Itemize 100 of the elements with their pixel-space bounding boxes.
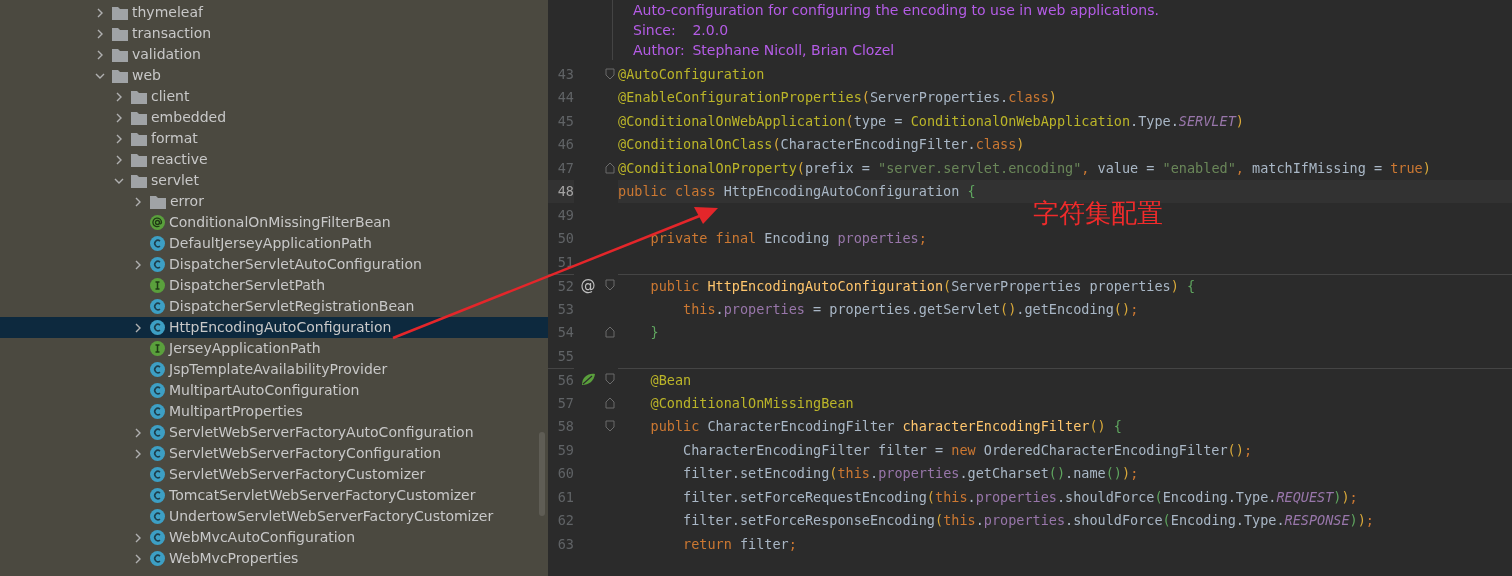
tree-item[interactable]: WebMvcProperties <box>0 548 548 569</box>
chevron-right-icon[interactable] <box>133 322 143 333</box>
tree-item[interactable]: UndertowServletWebServerFactoryCustomizer <box>0 506 548 527</box>
tree-item[interactable]: web <box>0 65 548 86</box>
class-icon <box>150 320 165 335</box>
tree-item[interactable]: MultipartAutoConfiguration <box>0 380 548 401</box>
line-number: 58 <box>556 417 574 437</box>
tree-item[interactable]: reactive <box>0 149 548 170</box>
code-line: filter.setEncoding(this.properties.getCharset().name()); <box>682 464 1140 484</box>
code-line: @ConditionalOnMissingBean <box>649 393 855 413</box>
folder-icon <box>150 194 166 209</box>
tree-item[interactable]: error <box>0 191 548 212</box>
line-number: 60 <box>556 464 574 484</box>
tree-item[interactable]: thymeleaf <box>0 2 548 23</box>
tree-item[interactable]: ServletWebServerFactoryAutoConfiguration <box>0 422 548 443</box>
chevron-right-icon[interactable] <box>95 28 105 39</box>
class-icon <box>150 467 165 482</box>
javadoc-line: Author: Stephane Nicoll, Brian Clozel <box>633 41 896 60</box>
tree-item[interactable]: HttpEncodingAutoConfiguration <box>0 317 548 338</box>
tree-item[interactable]: DispatcherServletAutoConfiguration <box>0 254 548 275</box>
chevron-right-icon[interactable] <box>133 196 143 207</box>
folder-icon <box>112 47 128 62</box>
tree-item[interactable]: ServletWebServerFactoryCustomizer <box>0 464 548 485</box>
line-number: 48 <box>548 179 574 203</box>
line-number: 47 <box>556 158 574 178</box>
tree-item[interactable]: embedded <box>0 107 548 128</box>
tree-item[interactable]: servlet <box>0 170 548 191</box>
code-line: @EnableConfigurationProperties(ServerProperties.class) <box>618 88 1058 108</box>
tree-item[interactable]: DefaultJerseyApplicationPath <box>0 233 548 254</box>
fold-marker-icon[interactable] <box>605 279 615 292</box>
tree-item[interactable]: JerseyApplicationPath <box>0 338 548 359</box>
javadoc-line: Since: 2.0.0 <box>633 21 730 40</box>
chevron-right-icon[interactable] <box>114 91 124 102</box>
bean-icon[interactable] <box>580 371 596 388</box>
javadoc-line: Auto-configuration for configuring the encoding to use in web applications. <box>633 1 1159 20</box>
code-line: @ConditionalOnWebApplication(type = ConditionalOnWebApplication.Type.SERVLET) <box>618 111 1245 131</box>
line-number: 52 <box>548 273 574 297</box>
chevron-right-icon[interactable] <box>95 49 105 60</box>
code-line: CharacterEncodingFilter filter = new OrderedCharacterEncodingFilter(); <box>682 440 1253 460</box>
class-icon <box>150 257 165 272</box>
chevron-right-icon[interactable] <box>133 553 143 564</box>
fold-marker-icon[interactable] <box>605 373 615 386</box>
chevron-right-icon[interactable] <box>95 7 105 18</box>
line-number: 62 <box>556 511 574 531</box>
folder-icon <box>131 131 147 146</box>
folder-icon <box>131 173 147 188</box>
chevron-right-icon[interactable] <box>133 259 143 270</box>
line-number: 46 <box>556 135 574 155</box>
class-icon <box>150 425 165 440</box>
tree-item[interactable]: validation <box>0 44 548 65</box>
code-line: filter.setForceRequestEncoding(this.properties.shouldForce(Encoding.Type.REQUEST)); <box>682 487 1359 507</box>
chevron-right-icon[interactable] <box>114 112 124 123</box>
tree-item[interactable]: client <box>0 86 548 107</box>
folder-icon <box>131 89 147 104</box>
class-icon <box>150 551 165 566</box>
line-number: 55 <box>556 346 574 366</box>
chevron-right-icon[interactable] <box>133 448 143 459</box>
class-icon <box>150 509 165 524</box>
tree-item[interactable]: TomcatServletWebServerFactoryCustomizer <box>0 485 548 506</box>
fold-marker-icon[interactable] <box>605 396 615 409</box>
fold-marker-icon[interactable] <box>605 420 615 433</box>
tree-item[interactable]: transaction <box>0 23 548 44</box>
code-line: public HttpEncodingAutoConfiguration(ServerProperties properties) { <box>618 273 1512 297</box>
folder-icon <box>131 110 147 125</box>
line-number: 53 <box>556 299 574 319</box>
code-line: @ConditionalOnProperty(prefix = "server.servlet.encoding", value = "enabled", matchIfMissing = true) <box>618 158 1432 178</box>
tree-item[interactable]: DispatcherServletPath <box>0 275 548 296</box>
line-number: 49 <box>556 205 574 225</box>
tree-item[interactable]: format <box>0 128 548 149</box>
fold-marker-icon[interactable] <box>605 67 615 80</box>
class-icon <box>150 383 165 398</box>
code-line: } <box>649 323 660 343</box>
class-icon <box>150 404 165 419</box>
tree-item[interactable]: ConditionalOnMissingFilterBean <box>0 212 548 233</box>
line-number: 59 <box>556 440 574 460</box>
code-line: @Bean <box>618 367 1512 391</box>
tree-item[interactable]: JspTemplateAvailabilityProvider <box>0 359 548 380</box>
code-line: @AutoConfiguration <box>618 64 766 84</box>
gutter-marker[interactable]: @ <box>580 277 596 293</box>
line-number: 44 <box>556 88 574 108</box>
tree-item[interactable]: WebMvcAutoConfiguration <box>0 527 548 548</box>
line-number: 57 <box>556 393 574 413</box>
code-line: private final Encoding properties; <box>649 229 928 249</box>
tree-item[interactable]: MultipartProperties <box>0 401 548 422</box>
tree-item[interactable]: ServletWebServerFactoryConfiguration <box>0 443 548 464</box>
chevron-right-icon[interactable] <box>133 427 143 438</box>
class-icon <box>150 446 165 461</box>
code-line: this.properties = properties.getServlet().getEncoding(); <box>682 299 1140 319</box>
chevron-right-icon[interactable] <box>133 532 143 543</box>
fold-marker-icon[interactable] <box>605 161 615 174</box>
fold-marker-icon[interactable] <box>605 326 615 339</box>
class-icon <box>150 530 165 545</box>
chevron-right-icon[interactable] <box>114 133 124 144</box>
line-number: 63 <box>556 534 574 554</box>
chevron-right-icon[interactable] <box>114 154 124 165</box>
class-icon <box>150 299 165 314</box>
code-line: return filter; <box>682 534 798 554</box>
tree-item[interactable]: DispatcherServletRegistrationBean <box>0 296 548 317</box>
code-line: public CharacterEncodingFilter characterEncodingFilter() { <box>649 417 1123 437</box>
code-line: @ConditionalOnClass(CharacterEncodingFilter.class) <box>618 135 1026 155</box>
